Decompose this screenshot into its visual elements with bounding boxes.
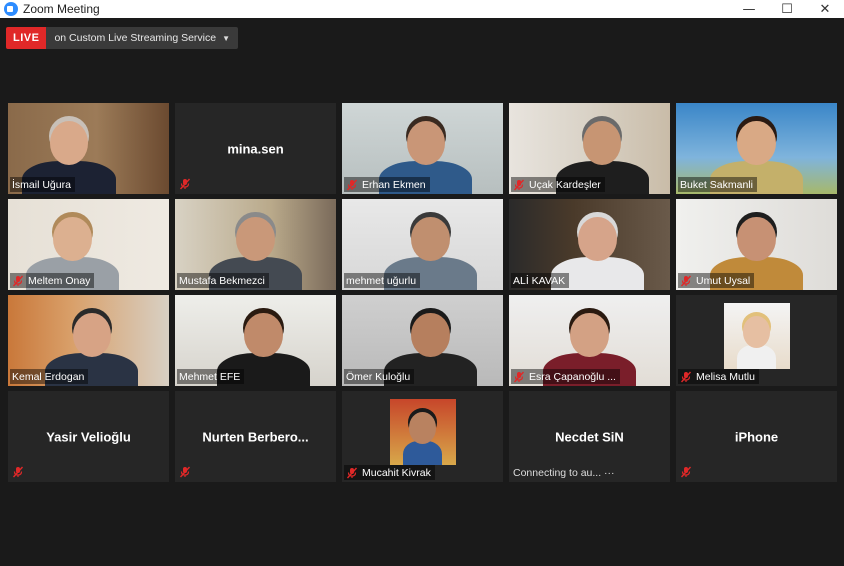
- participant-name-plate: Uçak Kardeşler: [511, 177, 605, 192]
- participant-name-plate: Ömer Kuloğlu: [344, 369, 415, 384]
- participant-name: Ömer Kuloğlu: [346, 370, 411, 383]
- chevron-down-icon: ▼: [222, 33, 231, 43]
- window-titlebar: Zoom Meeting — ☐ ✕: [0, 0, 844, 18]
- participant-tile[interactable]: mina.sen: [175, 103, 336, 194]
- muted-microphone-icon: [680, 275, 692, 287]
- muted-microphone-icon: [513, 179, 525, 191]
- participant-tile[interactable]: Ömer Kuloğlu: [342, 295, 503, 386]
- participant-face: [411, 313, 450, 358]
- participant-face: [411, 217, 450, 262]
- participant-face: [737, 217, 776, 262]
- participant-name: mehmet uğurlu: [346, 274, 417, 287]
- participant-figure: [737, 345, 776, 369]
- participant-name: Mehmet EFE: [179, 370, 241, 383]
- participant-face: [408, 412, 437, 445]
- participant-tile[interactable]: Necdet SiN Connecting to au... ···: [509, 391, 670, 482]
- participant-video-thumbnail: [389, 399, 456, 465]
- participant-name: Mustafa Bekmezci: [179, 274, 265, 287]
- window-controls: — ☐ ✕: [730, 0, 844, 18]
- participant-name: Kemal Erdogan: [12, 370, 85, 383]
- participant-tile[interactable]: Buket Sakmanli: [676, 103, 837, 194]
- participant-tile[interactable]: Melisa Mutlu: [676, 295, 837, 386]
- participant-name-plate: Kemal Erdogan: [10, 369, 89, 384]
- participant-tile[interactable]: Kemal Erdogan: [8, 295, 169, 386]
- participant-name-plate: Umut Uysal: [678, 273, 755, 288]
- window-title: Zoom Meeting: [23, 2, 100, 16]
- participant-name: Umut Uysal: [696, 274, 751, 287]
- participant-name: Buket Sakmanli: [680, 178, 753, 191]
- participant-name: Erhan Ekmen: [362, 178, 426, 191]
- participant-face: [583, 121, 622, 166]
- participant-tile[interactable]: Mustafa Bekmezci: [175, 199, 336, 290]
- participant-face: [236, 217, 275, 262]
- participant-face: [737, 121, 776, 166]
- participant-tile[interactable]: Erhan Ekmen: [342, 103, 503, 194]
- participant-name: Nurten Berbero...: [202, 429, 309, 444]
- live-service-label: on Custom Live Streaming Service: [54, 32, 217, 44]
- muted-microphone-icon: [346, 179, 358, 191]
- participant-tile[interactable]: Yasir Velioğlu: [8, 391, 169, 482]
- participant-name: ALİ KAVAK: [513, 274, 566, 287]
- participant-video-thumbnail: [723, 303, 790, 369]
- maximize-button[interactable]: ☐: [768, 0, 806, 18]
- participant-name-plate: Meltem Onay: [10, 273, 95, 288]
- muted-microphone-icon: [12, 275, 24, 287]
- participant-name: Yasir Velioğlu: [46, 429, 131, 444]
- zoom-logo-icon: [4, 2, 18, 16]
- participant-name-plate: Esra Çapanoğlu ...: [511, 369, 620, 384]
- participant-tile[interactable]: Umut Uysal: [676, 199, 837, 290]
- participant-face: [742, 316, 771, 349]
- participant-tile[interactable]: Nurten Berbero...: [175, 391, 336, 482]
- participant-face: [50, 121, 89, 166]
- live-stream-indicator[interactable]: LIVE on Custom Live Streaming Service ▼: [6, 27, 239, 49]
- participant-tile[interactable]: mehmet uğurlu: [342, 199, 503, 290]
- participant-tile[interactable]: ALİ KAVAK: [509, 199, 670, 290]
- participant-name: Melisa Mutlu: [696, 370, 755, 383]
- participant-name-plate: mehmet uğurlu: [344, 273, 421, 288]
- participant-name-plate: İsmail Uğura: [10, 177, 75, 192]
- participant-figure: [403, 441, 442, 465]
- participant-face: [72, 313, 111, 358]
- participant-name-plate: ALİ KAVAK: [511, 273, 570, 288]
- participant-tile[interactable]: Mucahit Kivrak: [342, 391, 503, 482]
- meeting-stage: LIVE on Custom Live Streaming Service ▼ …: [0, 18, 844, 566]
- minimize-button[interactable]: —: [730, 0, 768, 18]
- close-button[interactable]: ✕: [806, 0, 844, 18]
- participant-name: Meltem Onay: [28, 274, 91, 287]
- participant-name: Necdet SiN: [555, 429, 624, 444]
- participant-name: iPhone: [734, 429, 779, 444]
- muted-microphone-icon: [346, 467, 358, 479]
- live-badge: LIVE: [6, 27, 47, 49]
- live-service-dropdown[interactable]: on Custom Live Streaming Service ▼: [46, 27, 239, 49]
- participant-face: [406, 121, 445, 166]
- participant-face: [53, 217, 92, 262]
- muted-microphone-icon: [12, 466, 24, 478]
- participant-name: mina.sen: [227, 141, 284, 156]
- participant-name-plate: Mustafa Bekmezci: [177, 273, 269, 288]
- participant-name-plate: Mucahit Kivrak: [344, 465, 435, 480]
- participant-tile[interactable]: Meltem Onay: [8, 199, 169, 290]
- participant-face: [570, 313, 609, 358]
- participant-face: [244, 313, 283, 358]
- participant-name: Uçak Kardeşler: [529, 178, 601, 191]
- muted-microphone-icon: [179, 178, 191, 190]
- participant-name: İsmail Uğura: [12, 178, 71, 191]
- participant-name-plate: Buket Sakmanli: [678, 177, 757, 192]
- connection-status: Connecting to au... ···: [513, 466, 615, 479]
- muted-microphone-icon: [179, 466, 191, 478]
- participant-name-plate: Mehmet EFE: [177, 369, 245, 384]
- muted-microphone-icon: [680, 371, 692, 383]
- participant-tile[interactable]: Mehmet EFE: [175, 295, 336, 386]
- participant-name: Mucahit Kivrak: [362, 466, 431, 479]
- participant-face: [578, 217, 617, 262]
- participant-name-plate: Erhan Ekmen: [344, 177, 430, 192]
- muted-microphone-icon: [513, 371, 525, 383]
- participant-tile[interactable]: Esra Çapanoğlu ...: [509, 295, 670, 386]
- participant-name-plate: Melisa Mutlu: [678, 369, 759, 384]
- participant-name: Esra Çapanoğlu ...: [529, 370, 616, 383]
- participant-tile[interactable]: iPhone: [676, 391, 837, 482]
- participant-tile[interactable]: Uçak Kardeşler: [509, 103, 670, 194]
- muted-microphone-icon: [680, 466, 692, 478]
- participant-tile[interactable]: İsmail Uğura: [8, 103, 169, 194]
